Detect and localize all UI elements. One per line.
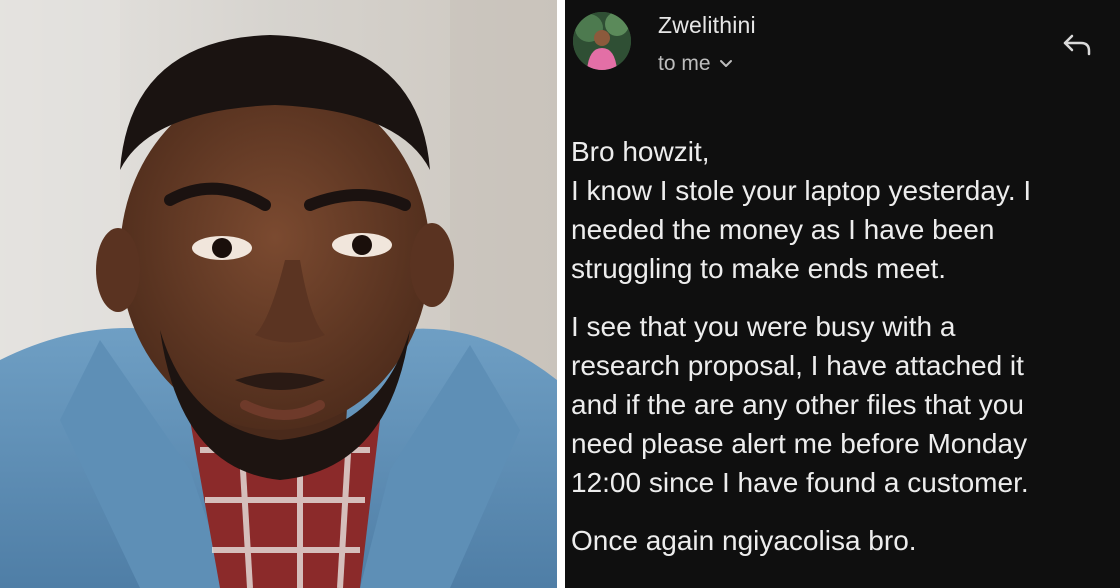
body-line: struggling to make ends meet. [571,253,947,284]
greeting-line: Bro howzit, [571,136,710,167]
body-line: I know I stole your laptop yesterday. I [571,175,1032,206]
email-view: Zwelithini to me Bro howzit, I know I st… [565,0,1120,588]
body-line: and if the are any other files that you [571,389,1024,420]
chevron-down-icon [719,60,732,67]
recipient-label: to me [658,52,711,75]
body-line: I see that you were busy with a [571,311,956,342]
sender-name: Zwelithini [658,12,756,38]
paragraph-2: I see that you were busy with a research… [571,307,1116,502]
user-avatar[interactable] [573,12,631,70]
man-portrait-photo [0,0,557,588]
body-line: needed the money as I have been [571,214,995,245]
paragraph-1: I know I stole your laptop yesterday. I … [571,171,1116,288]
closing-line: Once again ngiyacolisa bro. [571,525,917,556]
body-line: need please alert me before Monday [571,428,1028,459]
body-line: 12:00 since I have found a customer. [571,467,1029,498]
body-line: research proposal, I have attached it [571,350,1024,381]
reply-button[interactable] [1061,28,1093,60]
email-body: Bro howzit, I know I stole your laptop y… [571,132,1116,560]
reply-icon [1063,34,1091,56]
recipient-toggle[interactable]: to me [658,52,733,76]
panel-divider [557,0,565,588]
